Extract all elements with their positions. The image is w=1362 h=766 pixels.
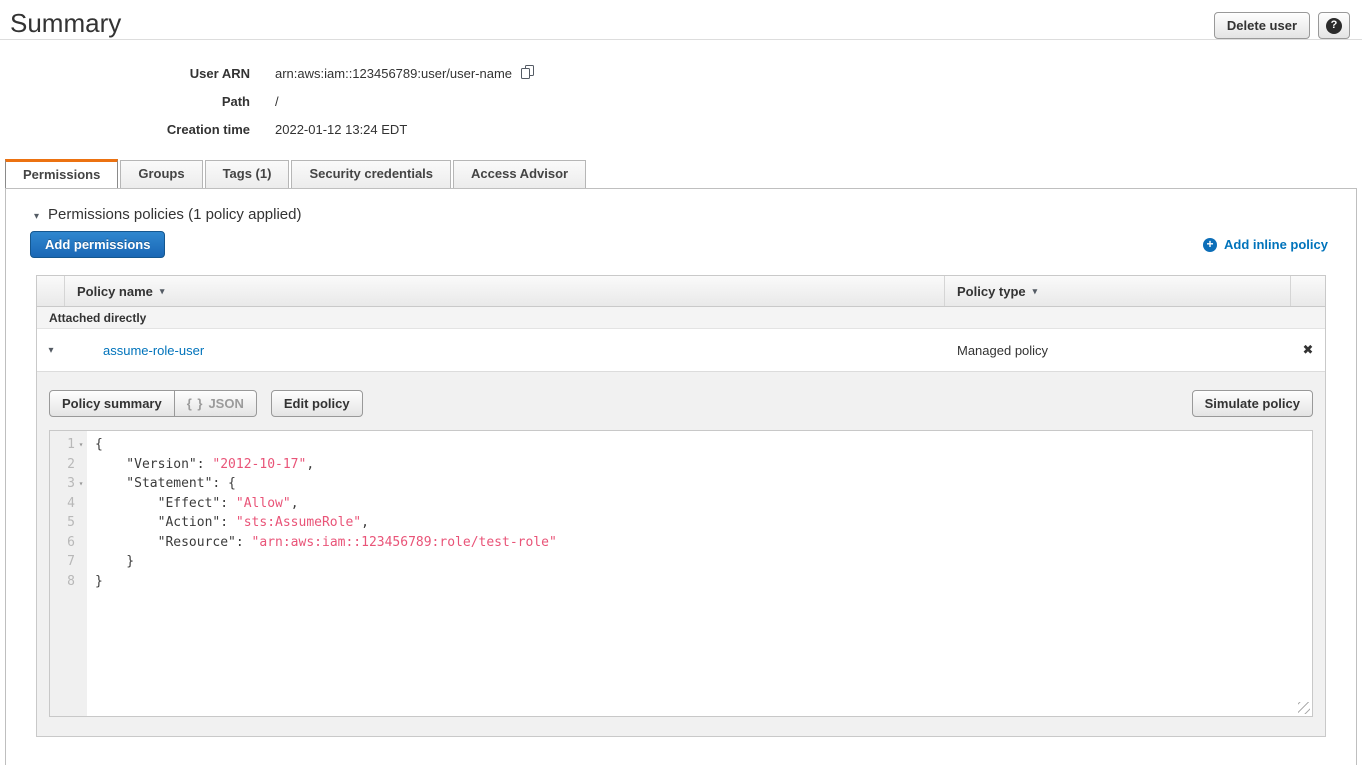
creation-time-value: 2022-01-12 13:24 EDT [275,122,407,137]
user-arn-label: User ARN [0,66,250,81]
permissions-policies-heading: ▾ Permissions policies (1 policy applied) [6,189,1356,225]
tab-tags[interactable]: Tags (1) [205,160,290,188]
json-view-button[interactable]: { } JSON [174,390,257,417]
code-line: "Action": "sts:AssumeRole", [95,513,1312,533]
permissions-policies-heading-label: Permissions policies (1 policy applied) [48,206,301,223]
column-policy-name[interactable]: Policy name ▾ [65,276,945,306]
permissions-toolbar: Add permissions + Add inline policy [30,231,1328,258]
creation-time-label: Creation time [0,122,250,137]
field-row-creation-time: Creation time 2022-01-12 13:24 EDT [0,115,1362,143]
tab-security-credentials[interactable]: Security credentials [291,160,451,188]
tab-groups[interactable]: Groups [120,160,202,188]
remove-policy-icon[interactable]: ✖ [1303,342,1314,358]
edit-policy-button[interactable]: Edit policy [271,390,363,417]
add-permissions-button[interactable]: Add permissions [30,231,165,258]
page-header: Summary Delete user ? [0,0,1362,40]
tab-bar: Permissions Groups Tags (1) Security cre… [0,160,1362,188]
policy-summary-button[interactable]: Policy summary [49,390,175,417]
code-line: } [95,572,1312,592]
code-line: "Statement": { [95,474,1312,494]
policy-table-row: ▾ assume-role-user Managed policy ✖ [37,329,1325,371]
code-line: "Resource": "arn:aws:iam::123456789:role… [95,533,1312,553]
editor-code[interactable]: { "Version": "2012-10-17", "Statement": … [87,431,1312,716]
policy-detail-toolbar: Policy summary { } JSON Edit policy Simu… [49,390,1313,417]
copy-icon[interactable] [520,64,535,83]
tab-access-advisor[interactable]: Access Advisor [453,160,586,188]
policy-table-header: Policy name ▾ Policy type ▾ [37,276,1325,307]
policy-table: Policy name ▾ Policy type ▾ Attached dir… [36,275,1326,737]
sort-arrow-icon: ▾ [160,286,165,297]
code-line: } [95,552,1312,572]
json-button-label: JSON [208,396,243,411]
field-row-user-arn: User ARN arn:aws:iam::123456789:user/use… [0,59,1362,87]
collapse-caret-icon[interactable]: ▾ [34,211,39,222]
code-line: "Version": "2012-10-17", [95,455,1312,475]
code-line: "Effect": "Allow", [95,494,1312,514]
plus-circle-icon: + [1203,238,1217,252]
fold-arrow-icon[interactable]: ▾ [75,474,87,494]
page-title: Summary [10,8,121,38]
header-expander-cell [37,276,65,306]
delete-user-button[interactable]: Delete user [1214,12,1310,39]
path-value: / [275,94,279,109]
user-arn-value: arn:aws:iam::123456789:user/user-name [275,66,512,81]
field-row-path: Path / [0,87,1362,115]
help-icon: ? [1326,18,1342,34]
policy-name-header-label: Policy name [77,284,153,299]
simulate-policy-button[interactable]: Simulate policy [1192,390,1313,417]
permissions-tab-panel: ▾ Permissions policies (1 policy applied)… [5,188,1357,765]
path-label: Path [0,94,250,109]
help-button[interactable]: ? [1318,12,1350,39]
column-policy-type[interactable]: Policy type ▾ [945,276,1291,306]
braces-icon: { } [187,396,204,411]
json-policy-editor[interactable]: 1▾23▾45678 { "Version": "2012-10-17", "S… [49,430,1313,717]
user-details: User ARN arn:aws:iam::123456789:user/use… [0,59,1362,143]
policy-type-header-label: Policy type [957,284,1026,299]
fold-arrow-icon[interactable]: ▾ [75,435,87,455]
policy-detail-panel: Policy summary { } JSON Edit policy Simu… [37,371,1325,736]
attached-directly-group-row: Attached directly [37,307,1325,329]
add-inline-policy-link[interactable]: + Add inline policy [1203,237,1328,252]
tab-permissions[interactable]: Permissions [5,159,118,188]
editor-gutter: 1▾23▾45678 [50,431,87,716]
header-actions: Delete user ? [1214,12,1350,39]
policy-name-link[interactable]: assume-role-user [103,343,204,358]
row-expander-icon[interactable]: ▾ [48,345,53,356]
policy-view-button-group: Policy summary { } JSON [49,390,257,417]
sort-arrow-icon: ▾ [1033,286,1038,297]
code-line: { [95,435,1312,455]
editor-resize-handle[interactable] [1298,702,1310,714]
policy-type-value: Managed policy [957,343,1048,358]
add-inline-policy-label: Add inline policy [1224,237,1328,252]
